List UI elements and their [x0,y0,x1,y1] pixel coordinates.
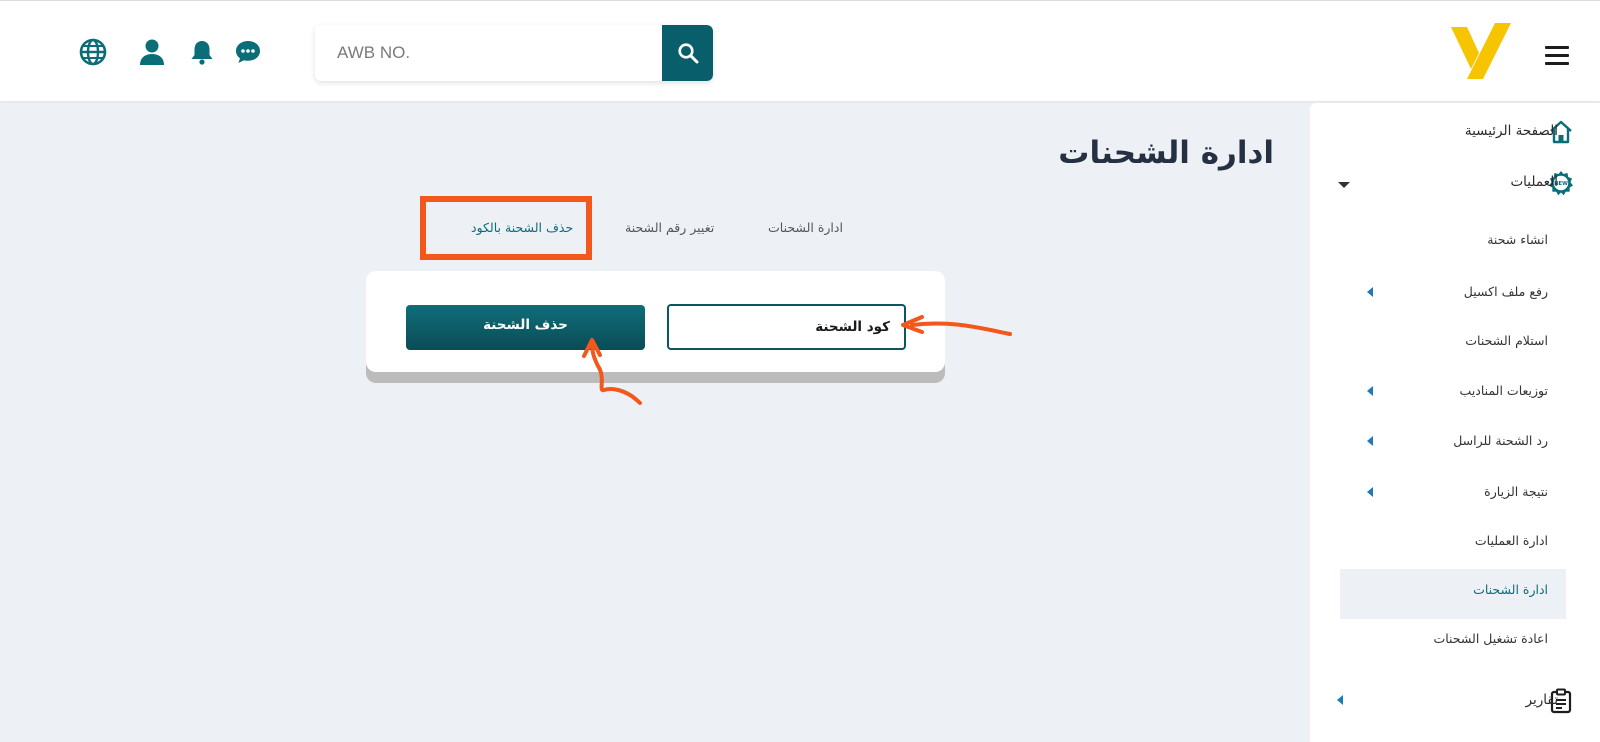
sidebar-subitem-upload-excel[interactable]: رفع ملف اكسيل [1464,279,1548,305]
search-button[interactable] [662,25,713,81]
sidebar-subitem-return-to-sender[interactable]: رد الشحنة للراسل [1453,428,1548,454]
menu-toggle-icon[interactable] [1545,46,1569,66]
page-title: ادارة الشحنات [1058,135,1274,171]
search-icon [677,43,698,64]
annotation-highlight-box [420,196,592,260]
chevron-left-icon[interactable] [1337,695,1343,705]
shipment-code-input[interactable] [667,304,906,350]
sidebar-subitem-create-shipment[interactable]: انشاء شحنة [1487,227,1548,253]
tab-shipments-management[interactable]: ادارة الشحنات [768,220,843,242]
sidebar-subitem-operations-management[interactable]: ادارة العمليات [1475,528,1548,554]
sidebar-item-home-label: الصفحة الرئيسية [1464,123,1558,139]
sidebar-subitem-courier-distribution[interactable]: توزيعات المناديب [1460,378,1548,404]
chevron-down-icon[interactable] [1338,182,1350,188]
sidebar-item-operations[interactable]: العمليات [1510,167,1558,197]
chevron-left-icon[interactable] [1367,386,1373,396]
chevron-left-icon[interactable] [1367,487,1373,497]
sidebar-subitem-receive-shipments[interactable]: استلام الشحنات [1465,328,1548,354]
sidebar-item-reports[interactable]: تقارير [1526,685,1558,715]
awb-search-input[interactable] [315,25,662,81]
chevron-left-icon[interactable] [1367,436,1373,446]
delete-shipment-button[interactable]: حذف الشحنة [406,305,645,350]
sidebar-item-reports-label: تقارير [1525,692,1558,708]
chevron-left-icon[interactable] [1367,287,1373,297]
tab-change-shipment-number[interactable]: تغيير رقم الشحنة [625,220,714,242]
awb-search-box [315,25,713,81]
user-icon[interactable] [137,37,167,67]
globe-icon[interactable] [78,37,108,67]
sidebar-item-home[interactable]: الصفحة الرئيسية [1465,116,1558,146]
brand-logo[interactable] [1449,19,1513,83]
sidebar-subitem-reactivate-shipments[interactable]: اعادة تشغيل الشحنات [1433,626,1548,652]
sidebar-item-operations-label: العمليات [1510,174,1558,190]
chat-icon[interactable] [233,37,263,67]
sidebar-subitem-shipments-management[interactable]: ادارة الشحنات [1473,577,1548,603]
top-bar [0,0,1600,101]
bell-icon[interactable] [187,37,217,67]
sidebar-subitem-visit-result[interactable]: نتيجة الزيارة [1484,479,1548,505]
